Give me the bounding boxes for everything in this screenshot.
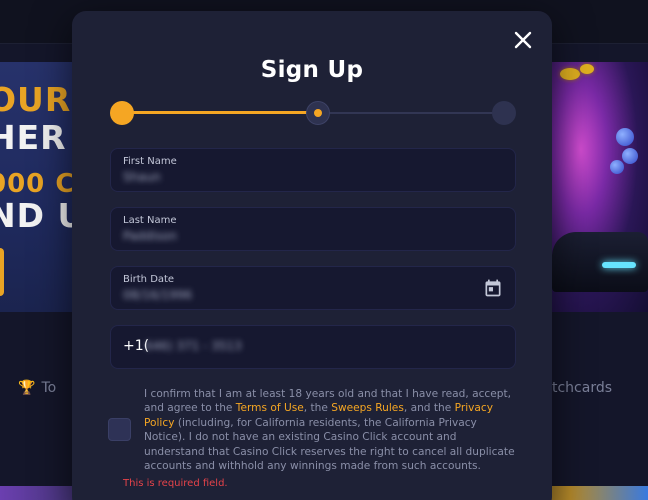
trophy-icon: 🏆 — [18, 380, 36, 396]
birth-date-value: 08/16/1996 — [123, 288, 193, 302]
first-name-value: Shaun — [123, 170, 161, 184]
consent-checkbox[interactable] — [108, 418, 131, 441]
background-tab-label: To — [41, 380, 57, 396]
sweeps-rules-link[interactable]: Sweeps Rules — [331, 402, 404, 414]
coin-graphic — [580, 64, 594, 74]
background-promo-banner-left: OURS HER 000 C ND U — [0, 62, 74, 312]
background-tab-tournaments: 🏆 To — [18, 376, 74, 400]
signup-modal: Sign Up First Name Shaun Last Name Paddi… — [72, 11, 552, 500]
consent-text-part: , and the — [403, 402, 455, 415]
banner-text-line: OURS — [0, 80, 74, 119]
birth-date-label: Birth Date — [123, 274, 175, 285]
consent-text: I confirm that I am at least 18 years ol… — [144, 387, 516, 473]
terms-of-use-link[interactable]: Terms of Use — [236, 402, 304, 414]
ball-graphic — [622, 148, 638, 164]
consent-text-part: , the — [303, 402, 332, 415]
last-name-field[interactable]: Last Name Paddison — [110, 207, 516, 251]
background-promo-banner-right — [552, 62, 648, 312]
consent-text-part: (including, for California residents, th… — [144, 416, 515, 473]
step-1-indicator — [110, 101, 134, 125]
stepper-progress-fill — [122, 111, 313, 114]
first-name-field[interactable]: First Name Shaun — [110, 148, 516, 192]
phone-value: 646) 371 - 3513 — [145, 339, 242, 353]
background-tab-scratchcards: tchcards — [552, 376, 648, 400]
consent-error-message: This is required field. — [123, 478, 228, 489]
step-3-indicator — [492, 101, 516, 125]
step-2-indicator — [306, 101, 330, 125]
banner-cta-button — [0, 248, 4, 296]
birth-date-field[interactable]: Birth Date 08/16/1996 — [110, 266, 516, 310]
banner-text-line: ND U — [0, 196, 74, 235]
background-tab-label: tchcards — [552, 380, 613, 396]
first-name-label: First Name — [123, 156, 177, 167]
ball-graphic — [610, 160, 624, 174]
calendar-icon[interactable] — [483, 278, 503, 298]
banner-text-line: HER — [0, 118, 67, 157]
close-icon — [514, 31, 532, 49]
close-button[interactable] — [512, 29, 534, 51]
last-name-value: Paddison — [123, 229, 177, 243]
coin-graphic — [560, 68, 580, 80]
car-headlight-graphic — [602, 262, 636, 268]
ball-graphic — [616, 128, 634, 146]
modal-title: Sign Up — [260, 57, 364, 83]
signup-stepper — [110, 101, 516, 125]
phone-field[interactable]: +1( 646) 371 - 3513 — [110, 325, 516, 369]
last-name-label: Last Name — [123, 215, 177, 226]
